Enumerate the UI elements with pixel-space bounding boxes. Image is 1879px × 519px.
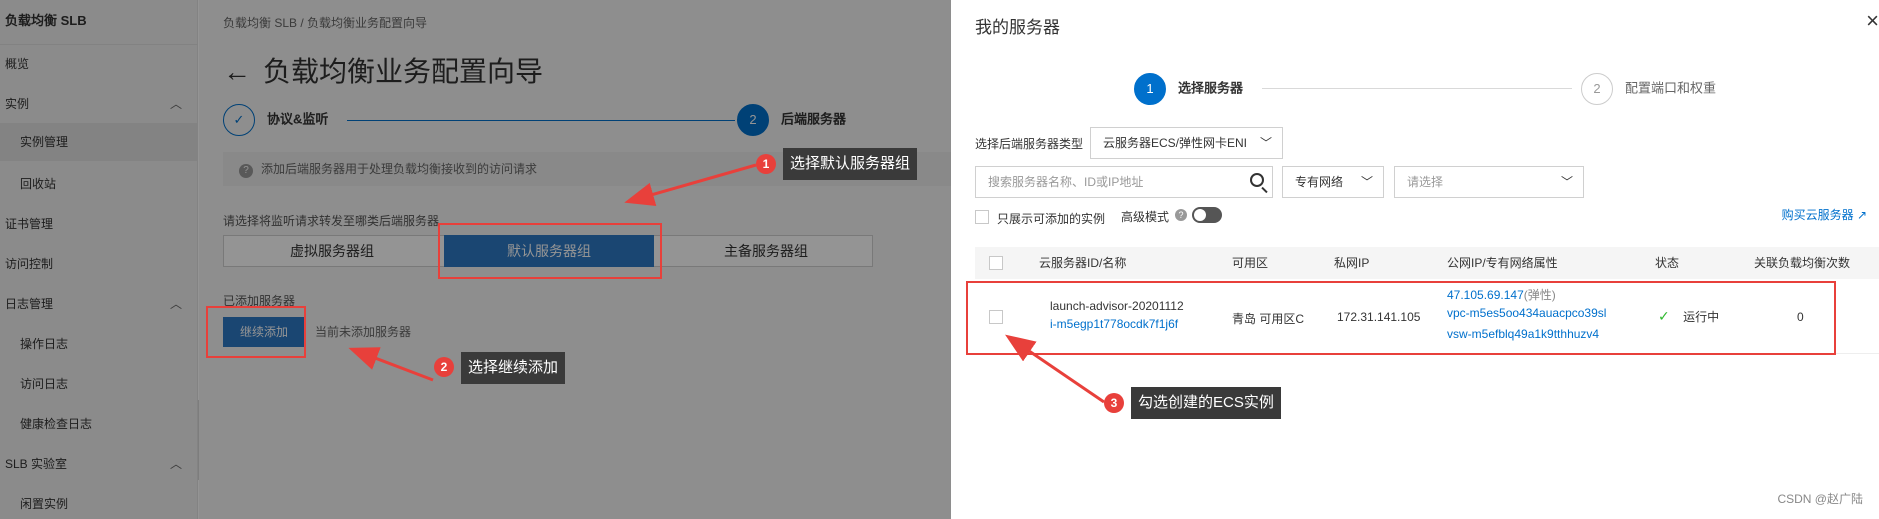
vpc-select-placeholder: 请选择 <box>1407 175 1444 189</box>
only-addable-label: 只展示可添加的实例 <box>997 212 1106 226</box>
chevron-down-icon: ﹀ <box>1259 136 1272 150</box>
column-header-zone: 可用区 <box>1232 256 1269 270</box>
drawer-step-select: 1 选择服务器 <box>1134 73 1243 105</box>
external-link-icon: ↗ <box>1856 208 1867 222</box>
my-servers-drawer: 我的服务器 × 1 选择服务器 2 配置端口和权重 选择后端服务器类型 云服务器EC… <box>951 0 1879 519</box>
drawer-step-line <box>1262 88 1572 89</box>
network-type-select[interactable]: 专有网络 ﹀ <box>1282 166 1384 198</box>
step-label: 配置端口和权重 <box>1625 80 1717 96</box>
buy-ecs-link-text: 购买云服务器 <box>1781 208 1854 222</box>
server-type-label: 选择后端服务器类型 <box>975 137 1084 151</box>
annotation-badge-3: 3 <box>1104 393 1124 413</box>
column-header-status: 状态 <box>1655 256 1680 270</box>
search-icon[interactable] <box>1250 173 1264 187</box>
server-type-select[interactable]: 云服务器ECS/弹性网卡ENI ﹀ <box>1090 127 1283 159</box>
advanced-mode-toggle[interactable] <box>1192 207 1222 223</box>
step-number: 1 <box>1134 73 1166 105</box>
select-all-checkbox[interactable] <box>989 256 1003 270</box>
annotation-box-default-group <box>438 223 662 279</box>
drawer-title: 我的服务器 <box>975 18 1060 37</box>
close-icon[interactable]: × <box>1866 8 1879 34</box>
advanced-mode-label: 高级模式 <box>1121 210 1170 224</box>
column-header-private-ip: 私网IP <box>1334 256 1370 270</box>
server-search-input[interactable]: 搜索服务器名称、ID或IP地址 <box>975 166 1273 198</box>
table-header: 云服务器ID/名称 可用区 私网IP 公网IP/专有网络属性 状态 关联负载均衡… <box>975 247 1879 279</box>
question-icon: ? <box>1175 209 1187 221</box>
annotation-badge-2: 2 <box>434 357 454 377</box>
annotation-callout-2: 选择继续添加 <box>461 352 566 384</box>
annotation-callout-3: 勾选创建的ECS实例 <box>1131 387 1281 419</box>
chevron-down-icon: ﹀ <box>1360 175 1373 189</box>
chevron-down-icon: ﹀ <box>1560 175 1573 189</box>
column-header-public-ip: 公网IP/专有网络属性 <box>1447 256 1558 270</box>
annotation-box-continue <box>206 306 306 358</box>
buy-ecs-link[interactable]: 购买云服务器 ↗ <box>1782 206 1867 223</box>
only-addable-checkbox[interactable] <box>975 210 989 224</box>
drawer-step-configure: 2 配置端口和权重 <box>1581 73 1716 105</box>
watermark: CSDN @赵广陆 <box>1777 492 1863 506</box>
network-type-value: 专有网络 <box>1295 175 1344 189</box>
annotation-callout-1: 选择默认服务器组 <box>783 148 918 180</box>
annotation-box-ecs-row <box>966 281 1836 355</box>
column-header-instance: 云服务器ID/名称 <box>1039 256 1127 270</box>
column-header-lb-count: 关联负载均衡次数 <box>1754 256 1851 270</box>
step-label: 选择服务器 <box>1178 80 1244 96</box>
server-type-value: 云服务器ECS/弹性网卡ENI <box>1103 136 1248 150</box>
search-placeholder: 搜索服务器名称、ID或IP地址 <box>988 175 1144 189</box>
step-number: 2 <box>1581 73 1613 105</box>
vpc-select[interactable]: 请选择 ﹀ <box>1394 166 1584 198</box>
annotation-badge-1: 1 <box>756 154 776 174</box>
